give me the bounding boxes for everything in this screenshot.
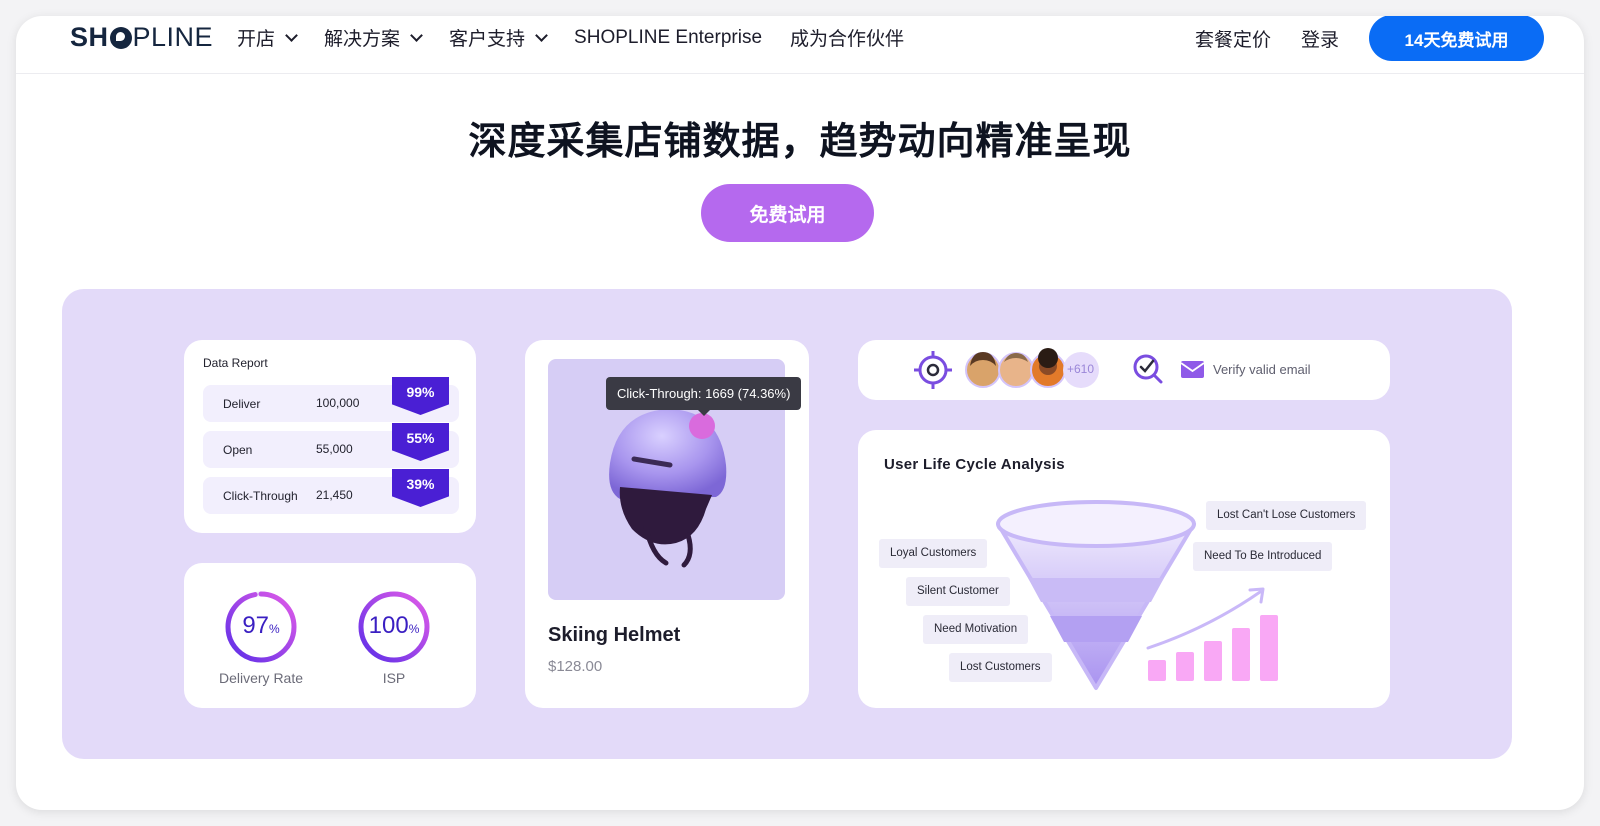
more-count-label: +610 [1067,362,1095,376]
target-icon [914,351,952,389]
growth-bar [1148,660,1166,681]
report-row-label: Open [223,443,253,457]
search-check-icon [1133,354,1163,384]
report-row-value: 100,000 [316,396,360,410]
nav-label: 成为合作伙伴 [790,29,905,50]
nav-item-enterprise[interactable]: SHOPLINE Enterprise [574,27,762,49]
product-name: Skiing Helmet [548,624,681,646]
rates-card: 97% Delivery Rate 100% ISP [184,563,476,708]
rate-label: Delivery Rate [218,670,304,686]
growth-bar [1232,628,1250,681]
rate-value: 97% [242,612,280,639]
logo-suffix: PLINE [132,22,214,52]
growth-bar [1204,641,1222,681]
header-actions: 套餐定价 登录 14天免费试用 [1195,16,1544,61]
lifecycle-label: Silent Customer [906,577,1010,606]
percent-tag: 99% [392,377,449,415]
growth-bar-chart [1146,587,1278,681]
nav-item-partner[interactable]: 成为合作伙伴 [790,24,904,51]
free-trial-button[interactable]: 14天免费试用 [1369,16,1544,61]
chevron-down-icon [535,28,548,42]
login-link[interactable]: 登录 [1301,25,1339,52]
nav-label: 解决方案 [324,29,401,50]
site-header: SH PLINE 开店 解决方案 客户支持 SHOPLINE Enterpris… [16,16,1584,74]
pricing-link[interactable]: 套餐定价 [1195,25,1271,52]
nav-item-support[interactable]: 客户支持 [449,24,548,51]
ring-gauge: 97% [224,590,298,664]
growth-bar [1260,615,1278,681]
report-row: Deliver 100,000 99% [203,377,459,422]
rate-label: ISP [382,670,406,686]
verify-email-label: Verify valid email [1213,362,1311,377]
shopline-o-logo-icon [109,26,132,49]
page-frame: SH PLINE 开店 解决方案 客户支持 SHOPLINE Enterpris… [16,16,1584,810]
helmet-liner [619,487,712,545]
lifecycle-label: Loyal Customers [879,539,988,568]
dashboard-showcase: Data Report Deliver 100,000 99% Open 55,… [62,289,1512,759]
product-price: $128.00 [548,658,603,675]
main-nav: 开店 解决方案 客户支持 SHOPLINE Enterprise 成为合作伙伴 [237,24,932,51]
chevron-down-icon [285,28,298,42]
hero-cta-button[interactable]: 免费试用 [701,184,874,242]
product-card[interactable]: Click-Through: 1669 (74.36%) Skiing Helm… [525,340,809,708]
report-row-label: Click-Through [223,489,298,503]
avatar [998,352,1034,388]
data-report-title: Data Report [203,356,268,370]
rate-value: 100% [368,612,420,639]
report-row: Open 55,000 55% [203,423,459,468]
growth-bar [1176,652,1194,681]
hotspot-marker[interactable] [689,413,715,439]
lifecycle-label: Lost Customers [949,653,1052,682]
chevron-down-icon [410,28,423,42]
nav-item-solutions[interactable]: 解决方案 [324,24,423,51]
nav-item-open-store[interactable]: 开店 [237,24,298,51]
lifecycle-label: Need Motivation [923,615,1029,644]
nav-label: 客户支持 [449,29,526,50]
data-report-card: Data Report Deliver 100,000 99% Open 55,… [184,340,476,533]
percent-tag: 39% [392,469,449,507]
audience-segment-card: +610 Verify valid email [858,340,1390,400]
hero-title: 深度采集店铺数据，趋势动向精准呈现 [468,121,1132,163]
ring-gauge: 100% [357,590,431,664]
isp-rate-gauge: 100% ISP [334,590,454,686]
report-row-value: 21,450 [316,488,353,502]
report-row: Click-Through 21,450 39% [203,469,459,514]
percent-tag: 55% [392,423,449,461]
lifecycle-label: Need To Be Introduced [1193,542,1333,571]
logo-prefix: SH [70,22,109,52]
click-through-tooltip: Click-Through: 1669 (74.36%) [606,377,802,416]
lifecycle-label: Lost Can't Lose Customers [1206,501,1367,530]
mail-icon [1180,361,1205,378]
lifecycle-card: User Life Cycle Analysis Loyal Customers… [858,430,1390,708]
nav-label: 开店 [237,29,276,50]
delivery-rate-gauge: 97% Delivery Rate [201,590,321,686]
shopline-logo[interactable]: SH PLINE [70,22,213,53]
report-row-value: 55,000 [316,442,353,456]
report-row-label: Deliver [223,397,261,411]
nav-label: SHOPLINE Enterprise [574,26,763,48]
